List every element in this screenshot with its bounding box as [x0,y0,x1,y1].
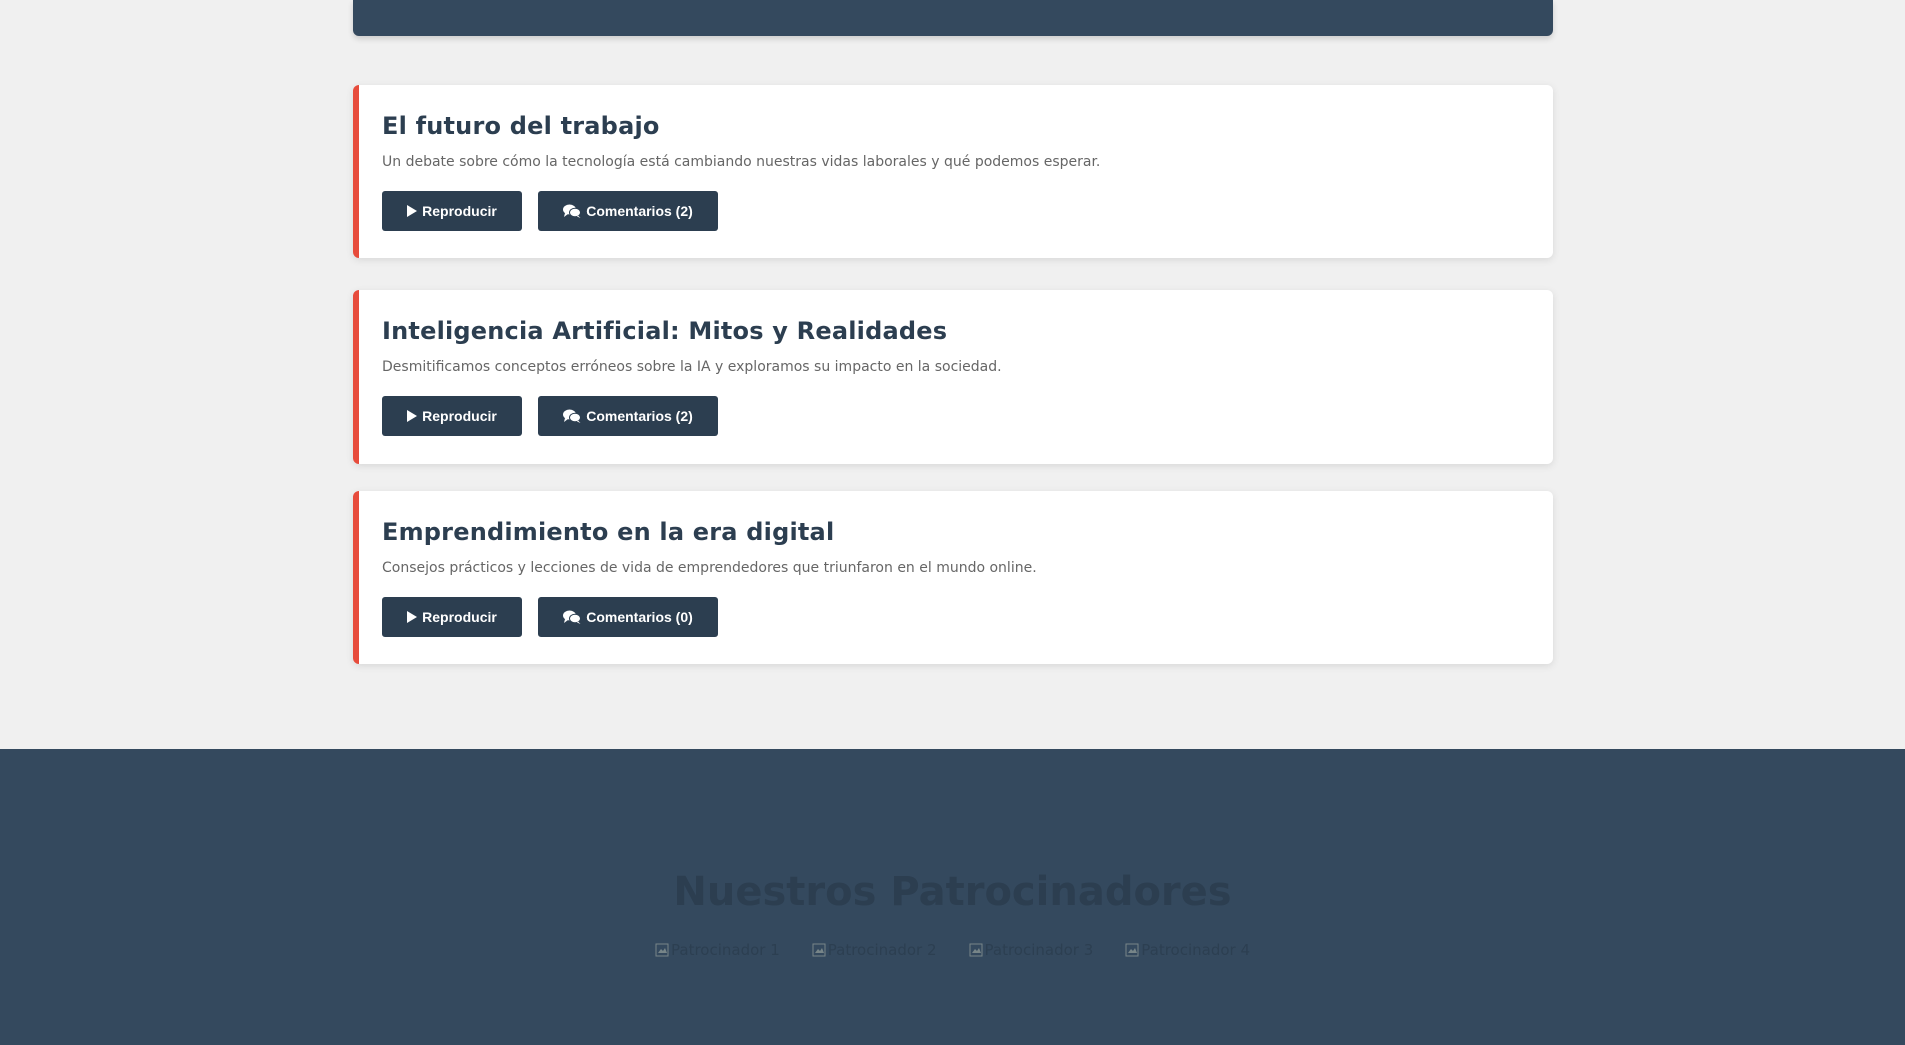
header-banner [353,0,1553,36]
sponsors-title: Nuestros Patrocinadores [673,869,1232,915]
episode-list: El futuro del trabajo Un debate sobre có… [353,85,1553,664]
play-button[interactable]: Reproducir [382,396,522,436]
sponsor-logo-alt: Patrocinador 4 [1141,941,1250,959]
play-icon [407,410,418,422]
play-button-label: Reproducir [422,203,497,219]
play-button-label: Reproducir [422,609,497,625]
comments-icon [563,409,582,423]
episode-card: Inteligencia Artificial: Mitos y Realida… [353,290,1553,464]
play-button[interactable]: Reproducir [382,597,522,637]
sponsors-section: Nuestros Patrocinadores Patrocinador 1 P… [0,749,1905,1045]
episode-title: El futuro del trabajo [382,112,660,140]
comments-button[interactable]: Comentarios (2) [538,396,718,436]
play-icon [407,205,418,217]
comments-icon [563,610,582,624]
broken-image-icon [812,943,826,957]
episode-actions: Reproducir Comentarios (2) [382,191,1529,231]
episode-card: El futuro del trabajo Un debate sobre có… [353,85,1553,258]
comments-button[interactable]: Comentarios (0) [538,597,718,637]
comments-button[interactable]: Comentarios (2) [538,191,718,231]
play-button-label: Reproducir [422,408,497,424]
episode-card: Emprendimiento en la era digital Consejo… [353,491,1553,664]
sponsor-logo: Patrocinador 2 [812,941,937,959]
episode-actions: Reproducir Comentarios (0) [382,597,1529,637]
episode-title: Inteligencia Artificial: Mitos y Realida… [382,317,948,345]
sponsor-logo: Patrocinador 4 [1125,941,1250,959]
broken-image-icon [1125,943,1139,957]
comments-button-label: Comentarios (2) [586,408,693,424]
sponsor-logo-alt: Patrocinador 1 [671,941,780,959]
episode-actions: Reproducir Comentarios (2) [382,396,1529,436]
sponsor-logo: Patrocinador 1 [655,941,780,959]
sponsor-logo-alt: Patrocinador 2 [827,941,937,959]
sponsor-list: Patrocinador 1 Patrocinador 2 Patrocinad… [0,941,1905,959]
sponsor-logo-alt: Patrocinador 3 [984,941,1094,959]
comments-button-label: Comentarios (0) [586,609,693,625]
comments-button-label: Comentarios (2) [586,203,693,219]
episode-title: Emprendimiento en la era digital [382,518,835,546]
episode-description: Un debate sobre cómo la tecnología está … [382,154,1101,170]
page: El futuro del trabajo Un debate sobre có… [0,0,1905,1045]
episode-description: Consejos prácticos y lecciones de vida d… [382,560,1037,576]
sponsor-logo: Patrocinador 3 [969,941,1094,959]
comments-icon [563,204,582,218]
play-button[interactable]: Reproducir [382,191,522,231]
broken-image-icon [969,943,982,957]
episode-description: Desmitificamos conceptos erróneos sobre … [382,359,1002,375]
play-icon [407,611,418,623]
broken-image-icon [655,943,669,957]
